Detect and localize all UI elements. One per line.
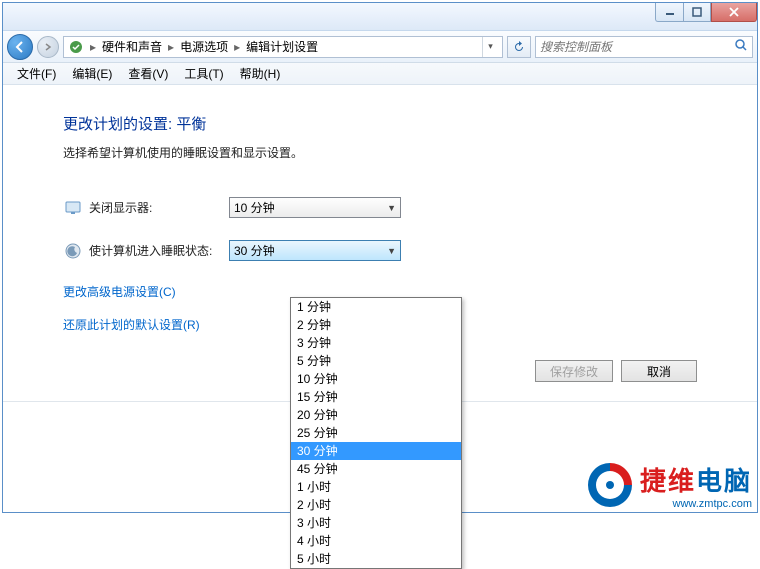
dropdown-option[interactable]: 45 分钟	[291, 460, 461, 478]
chevron-right-icon: ▸	[88, 40, 98, 54]
dropdown-option[interactable]: 1 小时	[291, 478, 461, 496]
save-button[interactable]: 保存修改	[535, 360, 613, 382]
control-panel-icon	[68, 39, 84, 55]
dropdown-option[interactable]: 5 分钟	[291, 352, 461, 370]
dropdown-option[interactable]: 30 分钟	[291, 442, 461, 460]
dropdown-option[interactable]: 3 分钟	[291, 334, 461, 352]
display-off-value: 10 分钟	[234, 199, 275, 216]
maximize-button[interactable]	[683, 3, 711, 22]
dropdown-option[interactable]: 4 小时	[291, 532, 461, 550]
chevron-down-icon: ▼	[387, 203, 396, 213]
sleep-dropdown-list[interactable]: 1 分钟2 分钟3 分钟5 分钟10 分钟15 分钟20 分钟25 分钟30 分…	[290, 297, 462, 569]
menu-bar: 文件(F) 编辑(E) 查看(V) 工具(T) 帮助(H)	[3, 63, 757, 85]
dropdown-option[interactable]: 15 分钟	[291, 388, 461, 406]
breadcrumb-item[interactable]: 编辑计划设置	[246, 38, 318, 55]
search-input[interactable]	[540, 40, 734, 54]
setting-sleep: 使计算机进入睡眠状态: 30 分钟 ▼	[63, 240, 697, 261]
page-title: 更改计划的设置: 平衡	[63, 113, 697, 134]
back-button[interactable]	[7, 34, 33, 60]
dropdown-option[interactable]: 2 分钟	[291, 316, 461, 334]
refresh-button[interactable]	[507, 36, 531, 58]
address-dropdown[interactable]: ▾	[482, 37, 498, 57]
display-off-label: 关闭显示器:	[89, 199, 229, 216]
display-icon	[63, 198, 83, 218]
menu-help[interactable]: 帮助(H)	[232, 63, 289, 84]
chevron-down-icon: ▼	[387, 246, 396, 256]
dropdown-option[interactable]: 25 分钟	[291, 424, 461, 442]
chevron-right-icon: ▸	[166, 40, 176, 54]
breadcrumb-item[interactable]: 电源选项	[180, 38, 228, 55]
cancel-button[interactable]: 取消	[621, 360, 697, 382]
dropdown-option[interactable]: 10 分钟	[291, 370, 461, 388]
search-box[interactable]	[535, 36, 753, 58]
titlebar	[3, 3, 757, 31]
close-button[interactable]	[711, 3, 757, 22]
dropdown-option[interactable]: 2 小时	[291, 496, 461, 514]
menu-view[interactable]: 查看(V)	[120, 63, 176, 84]
address-bar[interactable]: ▸ 硬件和声音 ▸ 电源选项 ▸ 编辑计划设置 ▾	[63, 36, 503, 58]
window-controls	[655, 3, 757, 22]
page-description: 选择希望计算机使用的睡眠设置和显示设置。	[63, 144, 697, 161]
setting-display-off: 关闭显示器: 10 分钟 ▼	[63, 197, 697, 218]
display-off-combo[interactable]: 10 分钟 ▼	[229, 197, 401, 218]
chevron-right-icon: ▸	[232, 40, 242, 54]
breadcrumb-item[interactable]: 硬件和声音	[102, 38, 162, 55]
logo-text: 捷维电脑	[640, 461, 752, 498]
button-row: 保存修改 取消	[535, 360, 697, 382]
minimize-button[interactable]	[655, 3, 683, 22]
watermark-logo: 捷维电脑 www.zmtpc.com	[584, 459, 752, 511]
dropdown-option[interactable]: 1 分钟	[291, 298, 461, 316]
menu-file[interactable]: 文件(F)	[9, 63, 64, 84]
forward-button[interactable]	[37, 36, 59, 58]
search-icon	[734, 38, 748, 55]
sleep-value: 30 分钟	[234, 242, 275, 259]
logo-text-block: 捷维电脑 www.zmtpc.com	[640, 461, 752, 510]
navigation-bar: ▸ 硬件和声音 ▸ 电源选项 ▸ 编辑计划设置 ▾	[3, 31, 757, 63]
sleep-label: 使计算机进入睡眠状态:	[89, 242, 229, 259]
dropdown-option[interactable]: 20 分钟	[291, 406, 461, 424]
menu-tools[interactable]: 工具(T)	[176, 63, 231, 84]
dropdown-option[interactable]: 3 小时	[291, 514, 461, 532]
content-area: 更改计划的设置: 平衡 选择希望计算机使用的睡眠设置和显示设置。 关闭显示器: …	[3, 85, 757, 512]
sleep-combo[interactable]: 30 分钟 ▼	[229, 240, 401, 261]
dropdown-option[interactable]: 5 小时	[291, 550, 461, 568]
logo-icon	[584, 459, 636, 511]
menu-edit[interactable]: 编辑(E)	[64, 63, 120, 84]
control-panel-window: ▸ 硬件和声音 ▸ 电源选项 ▸ 编辑计划设置 ▾ 文件(F) 编辑(E) 查看…	[2, 2, 758, 513]
logo-url: www.zmtpc.com	[640, 498, 752, 510]
chevron-down-icon: ▾	[488, 41, 493, 52]
sleep-icon	[63, 241, 83, 261]
